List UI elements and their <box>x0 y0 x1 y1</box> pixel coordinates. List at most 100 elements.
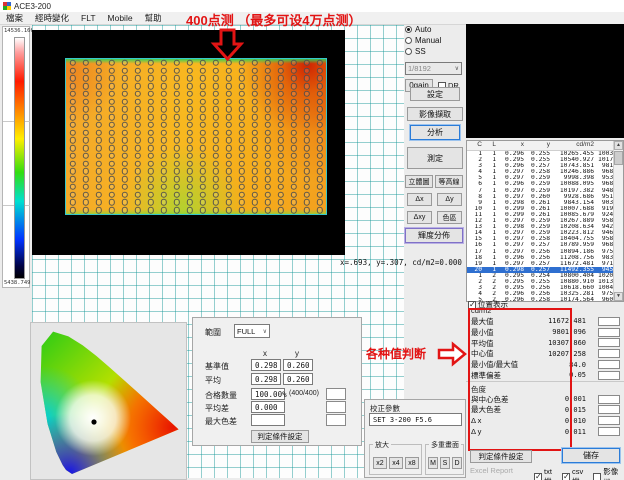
judge-box[interactable] <box>598 328 620 337</box>
menu-item-Mobile[interactable]: Mobile <box>108 13 133 23</box>
table-scrollbar[interactable]: ▲ ▼ <box>613 141 623 301</box>
export-check-csv檔[interactable]: ✓csv檔 <box>562 466 589 480</box>
multiscreen-D-button[interactable]: D <box>452 457 462 469</box>
contour-button[interactable]: 等高線 <box>435 175 463 188</box>
measure-point <box>212 98 218 104</box>
annotation-right-arrow-icon <box>437 341 467 367</box>
measure-point <box>173 153 179 159</box>
measure-point <box>251 60 257 66</box>
scroll-down-icon[interactable]: ▼ <box>614 292 623 301</box>
reference-y-field[interactable]: 0.260 <box>283 359 313 371</box>
delta-y-button[interactable]: Δy <box>437 193 462 206</box>
checkbox-csv檔[interactable]: ✓ <box>562 473 570 480</box>
judge-box[interactable] <box>598 371 620 380</box>
calibration-field[interactable]: SET 3-200 F5.6 <box>369 413 462 426</box>
judge-box[interactable] <box>598 395 620 404</box>
radio-row-SS[interactable]: SS <box>405 46 464 57</box>
plot3d-button[interactable]: 立體圖 <box>405 175 433 188</box>
judge-box[interactable] <box>598 338 620 347</box>
measure-point <box>186 83 192 89</box>
max-diff-field[interactable] <box>251 414 285 426</box>
range-select[interactable]: FULL ∨ <box>234 324 270 338</box>
measure-point <box>277 168 283 174</box>
multiscreen-S-button[interactable]: S <box>440 457 450 469</box>
measure-point <box>212 160 218 166</box>
average-x-field[interactable]: 0.298 <box>251 373 281 385</box>
analyze-button[interactable]: 分析 <box>410 125 460 140</box>
measurement-display[interactable] <box>32 30 345 255</box>
radio-Auto[interactable] <box>405 26 412 33</box>
shutter-select[interactable]: 1/8192 ∨ <box>405 62 462 75</box>
multiscreen-M-button[interactable]: M <box>428 457 438 469</box>
judge-box[interactable] <box>326 414 346 426</box>
footer-judge-condition-button[interactable]: 判定條件設定 <box>470 450 532 463</box>
radio-row-Manual[interactable]: Manual <box>405 35 464 46</box>
checkbox-影像檔[interactable] <box>593 473 601 480</box>
measure-point <box>108 129 114 135</box>
judge-box[interactable] <box>598 416 620 425</box>
radio-Manual[interactable] <box>405 37 412 44</box>
measure-point <box>303 168 309 174</box>
measure-point <box>238 129 244 135</box>
delta-xy-button[interactable]: Δxy <box>407 211 432 224</box>
measure-button[interactable]: 測定 <box>407 147 463 169</box>
judge-condition-button[interactable]: 判定條件設定 <box>251 430 309 443</box>
menu-item-FLT[interactable]: FLT <box>81 13 95 23</box>
luminance-stats-header: cd/m2 <box>466 306 624 316</box>
scroll-up-icon[interactable]: ▲ <box>614 141 623 150</box>
judge-box[interactable] <box>598 405 620 414</box>
measure-point <box>316 199 322 205</box>
measure-point <box>95 98 101 104</box>
luminance-distribution-button[interactable]: 輝度分佈 <box>405 228 463 243</box>
export-check-txt檔[interactable]: ✓txt檔 <box>534 466 558 480</box>
radio-label: Auto <box>415 25 431 34</box>
measure-point <box>186 168 192 174</box>
measure-point <box>303 145 309 151</box>
measure-point <box>290 91 296 97</box>
stat-value: 0.001 <box>524 395 586 403</box>
measure-point <box>316 184 322 190</box>
settings-button[interactable]: 設定 <box>410 87 460 101</box>
measure-point <box>160 207 166 213</box>
avg-diff-field[interactable]: 0.000 <box>251 401 285 413</box>
judge-box[interactable] <box>598 360 620 369</box>
luminance-heatmap[interactable] <box>65 58 327 215</box>
radio-SS[interactable] <box>405 48 412 55</box>
judge-box[interactable] <box>326 388 346 400</box>
zoom-x4-button[interactable]: x4 <box>389 457 403 469</box>
menu-item-檔案[interactable]: 檔案 <box>6 12 23 24</box>
image-capture-button[interactable]: 影像擷取 <box>407 107 463 121</box>
judge-box[interactable] <box>598 317 620 326</box>
menu-item-經時變化[interactable]: 經時變化 <box>35 12 69 24</box>
stat-label: 最大色差 <box>471 404 524 415</box>
measure-point <box>186 91 192 97</box>
zoom-x8-button[interactable]: x8 <box>405 457 419 469</box>
measure-point <box>277 91 283 97</box>
average-y-field[interactable]: 0.260 <box>283 373 313 385</box>
measure-point <box>147 129 153 135</box>
measure-point <box>238 83 244 89</box>
measure-point <box>108 60 114 66</box>
judge-box[interactable] <box>598 349 620 358</box>
excel-report-button[interactable]: Excel Report <box>470 466 513 475</box>
measure-point <box>173 191 179 197</box>
radio-row-Auto[interactable]: Auto <box>405 24 464 35</box>
measure-point <box>147 168 153 174</box>
export-check-影像檔[interactable]: 影像檔 <box>593 466 624 480</box>
judge-box[interactable] <box>598 427 620 436</box>
judge-box[interactable] <box>326 401 346 413</box>
range-label: 範圍 <box>205 327 221 338</box>
measure-point <box>251 160 257 166</box>
delta-x-button[interactable]: Δx <box>407 193 432 206</box>
reference-x-field[interactable]: 0.298 <box>251 359 281 371</box>
checkbox-txt檔[interactable]: ✓ <box>534 473 542 480</box>
color-area-button[interactable]: 色區 <box>437 211 462 224</box>
measure-point <box>108 83 114 89</box>
menu-item-幫助[interactable]: 幫助 <box>145 12 162 24</box>
zoom-x2-button[interactable]: x2 <box>373 457 387 469</box>
measurement-table[interactable]: CLxycd/m2X 110.2960.25510265.45510038210… <box>466 140 624 302</box>
measure-point <box>186 191 192 197</box>
measure-point <box>316 91 322 97</box>
scroll-thumb[interactable] <box>614 151 623 165</box>
save-button[interactable]: 儲存 <box>562 448 620 463</box>
